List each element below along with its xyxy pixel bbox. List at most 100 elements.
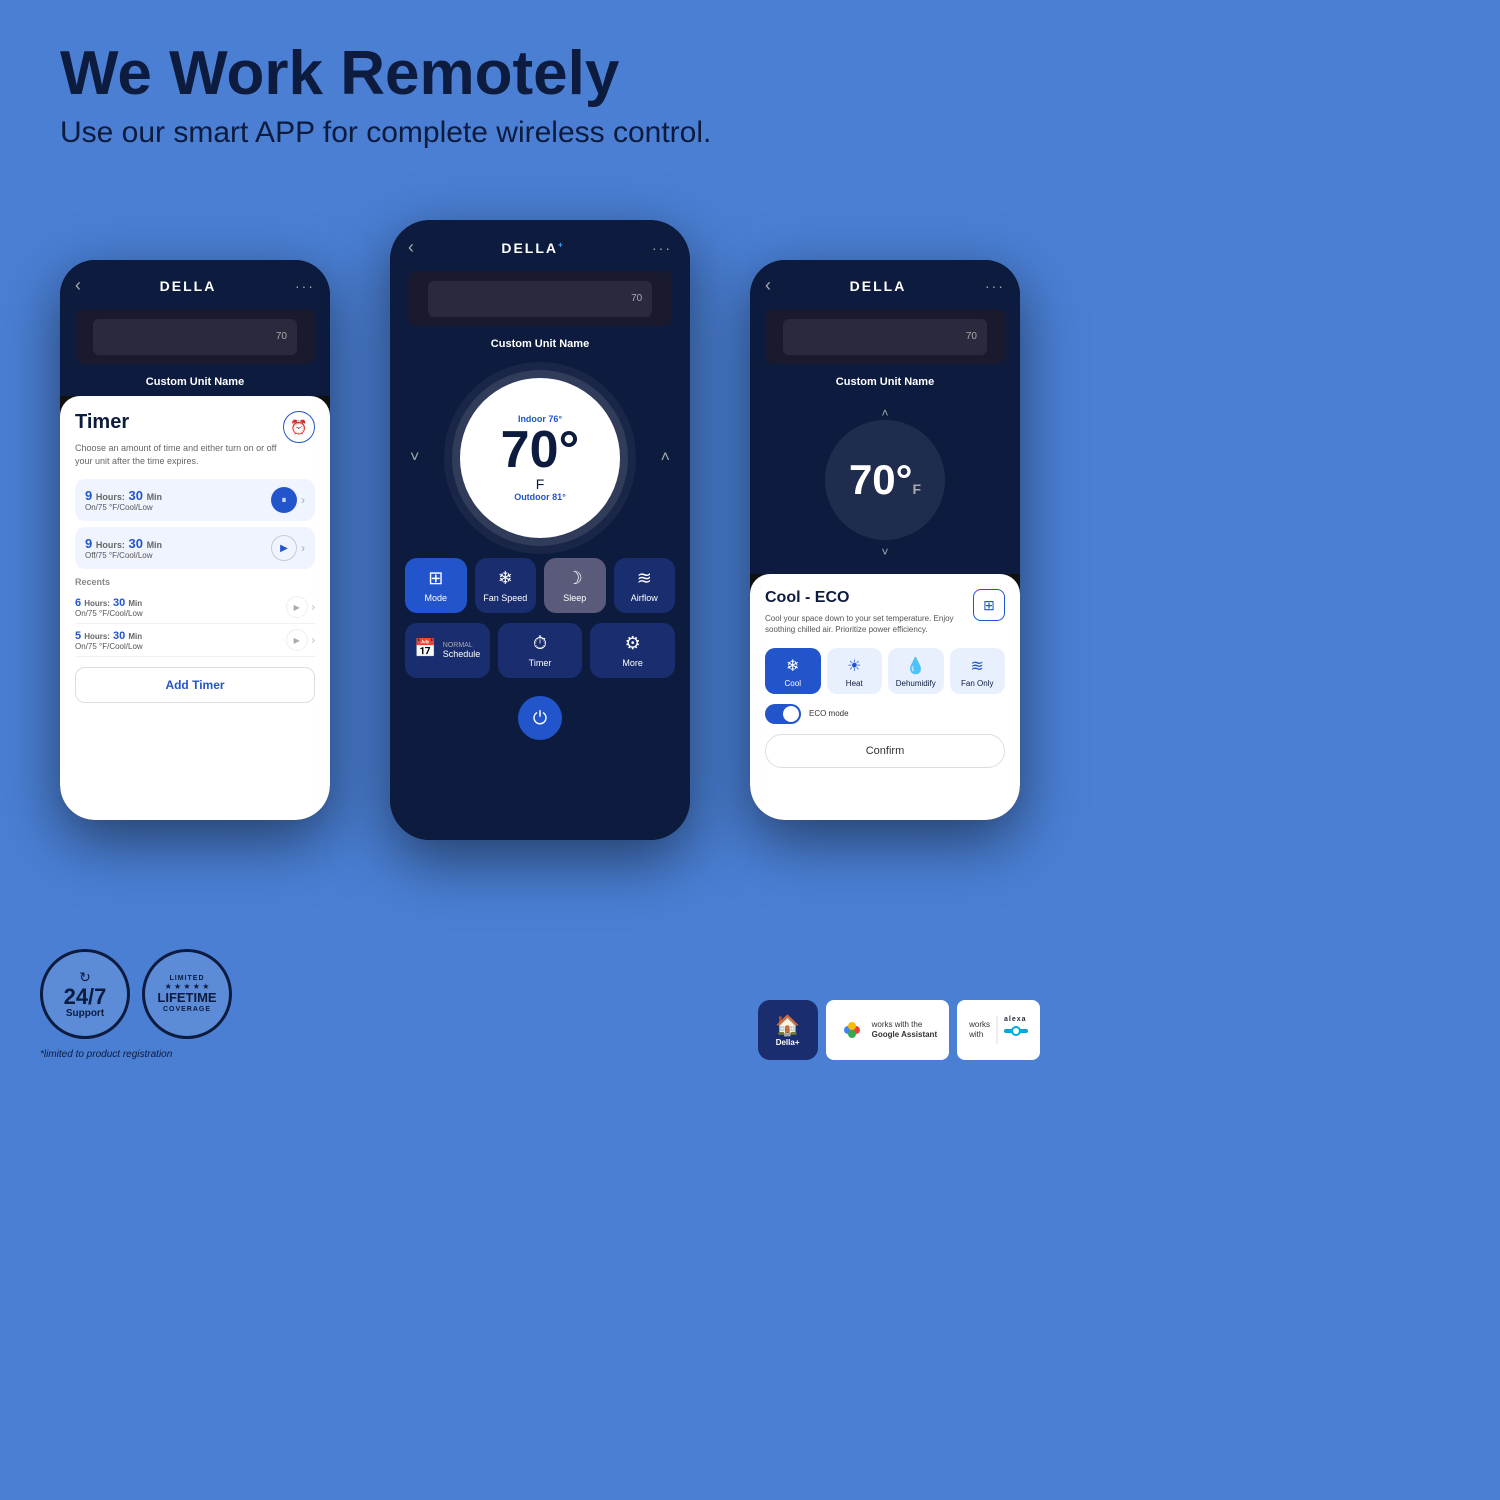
alexa-logo-block: alexa bbox=[996, 1016, 1028, 1044]
mode-label-sleep: Sleep bbox=[563, 593, 586, 603]
dehumidify-mode-pill[interactable]: 💧 Dehumidify bbox=[888, 648, 944, 694]
heat-label: Heat bbox=[846, 679, 863, 688]
phone-center: ‹ DELLA+ ··· 70 Custom Unit Name ˅ Indoo… bbox=[390, 220, 690, 840]
recent-arrow-1: › bbox=[312, 602, 315, 613]
left-ac-unit: 70 bbox=[75, 309, 315, 364]
menu-dots-icon[interactable]: ··· bbox=[295, 278, 315, 294]
right-ac-inner: 70 bbox=[783, 319, 987, 355]
timer-item-2-min-label: Min bbox=[147, 540, 163, 550]
left-app-nav: ‹ DELLA ··· bbox=[75, 270, 315, 301]
center-ac-unit: 70 bbox=[408, 271, 672, 326]
timer-item-2-sub: Off/75 °F/Cool/Low bbox=[85, 551, 162, 560]
left-brand: DELLA bbox=[160, 278, 217, 294]
power-icon: ⏻ bbox=[533, 708, 547, 729]
dehumidify-label: Dehumidify bbox=[896, 679, 936, 688]
mode-btn-sleep[interactable]: ☽ Sleep bbox=[544, 558, 606, 613]
temp-display: 70° bbox=[501, 424, 580, 476]
bottom-buttons-grid: 📅 NORMAL Schedule ⏱ Timer ⚙ More bbox=[390, 623, 690, 688]
recent-item-2-info: 5 Hours: 30 Min On/75 °F/Cool/Low bbox=[75, 630, 143, 651]
bottom-section: ↻ 24/7 Support LIMITED ★ ★ ★ ★ ★ LIFETIM… bbox=[0, 934, 1080, 1080]
temp-circle: Indoor 76° 70° F Outdoor 81° bbox=[460, 378, 620, 538]
right-back-icon[interactable]: ‹ bbox=[765, 275, 771, 296]
della-plus-label: Della+ bbox=[776, 1038, 800, 1047]
timer-item-1-info: 9 Hours: 30 Min On/75 °F/Cool/Low bbox=[85, 488, 162, 512]
right-temp-value: 70°F bbox=[849, 456, 921, 504]
timer-clock-icon: ⏰ bbox=[283, 411, 315, 443]
mode-label-airflow: Airflow bbox=[631, 593, 658, 603]
eco-title: Cool - ECO bbox=[765, 589, 1005, 607]
phone-left: ‹ DELLA ··· 70 Custom Unit Name ⏰ Timer … bbox=[60, 260, 330, 820]
logos-row: 🏠 Della+ works with the Google Assistant bbox=[758, 1000, 1040, 1060]
left-unit-name: Custom Unit Name bbox=[75, 372, 315, 396]
add-timer-button[interactable]: Add Timer bbox=[75, 667, 315, 703]
recent-play-btn-2[interactable]: ▶ bbox=[286, 629, 308, 651]
lifetime-limited: LIMITED bbox=[170, 975, 205, 982]
google-line1: works with the bbox=[872, 1020, 938, 1030]
eco-mode-row: ❄ Cool ☀ Heat 💧 Dehumidify ≋ Fan Only bbox=[765, 648, 1005, 694]
eco-toggle[interactable] bbox=[765, 704, 801, 724]
right-menu-icon[interactable]: ··· bbox=[985, 278, 1005, 294]
timer-desc: Choose an amount of time and either turn… bbox=[75, 442, 315, 467]
alexa-line2: with bbox=[969, 1030, 990, 1040]
google-assistant-icon bbox=[838, 1016, 866, 1044]
alexa-logo-text: alexa bbox=[1004, 1016, 1028, 1023]
recent-item-2-time: 5 Hours: 30 Min bbox=[75, 630, 143, 642]
more-label: More bbox=[622, 658, 643, 668]
mode-icon-sleep: ☽ bbox=[567, 568, 583, 589]
support-number: 24/7 bbox=[64, 986, 107, 1008]
temp-down-arrow[interactable]: ˅ bbox=[410, 449, 419, 467]
bottom-left: ↻ 24/7 Support LIMITED ★ ★ ★ ★ ★ LIFETIM… bbox=[40, 949, 232, 1060]
timer-play-btn[interactable]: ▶ bbox=[271, 535, 297, 561]
right-app-top: ‹ DELLA ··· 70 Custom Unit Name ˄ 70 bbox=[750, 260, 1020, 574]
schedule-label-block: NORMAL Schedule bbox=[443, 642, 481, 659]
right-down-arrow: ˅ bbox=[881, 545, 888, 559]
more-button[interactable]: ⚙ More bbox=[590, 623, 675, 678]
power-button[interactable]: ⏻ bbox=[518, 696, 562, 740]
phone-right-screen: ‹ DELLA ··· 70 Custom Unit Name ˄ 70 bbox=[750, 260, 1020, 820]
mode-btn-fanspeed[interactable]: ❄ Fan Speed bbox=[475, 558, 537, 613]
recents-label: Recents bbox=[75, 577, 315, 587]
recent-item-1-time: 6 Hours: 30 Min bbox=[75, 597, 143, 609]
mode-btn-mode[interactable]: ⊞ Mode bbox=[405, 558, 467, 613]
left-app-top: ‹ DELLA ··· 70 Custom Unit Name bbox=[60, 260, 330, 396]
center-back-icon[interactable]: ‹ bbox=[408, 237, 414, 258]
cool-mode-pill[interactable]: ❄ Cool bbox=[765, 648, 821, 694]
mode-icon-mode: ⊞ bbox=[428, 568, 443, 589]
della-plus-badge: 🏠 Della+ bbox=[758, 1000, 818, 1060]
page-subtitle: Use our smart APP for complete wireless … bbox=[60, 116, 1020, 150]
eco-grid-icon[interactable]: ⊞ bbox=[973, 589, 1005, 621]
eco-mode-label: ECO mode bbox=[809, 709, 849, 718]
badge-row: ↻ 24/7 Support LIMITED ★ ★ ★ ★ ★ LIFETIM… bbox=[40, 949, 232, 1039]
recent-item-2: 5 Hours: 30 Min On/75 °F/Cool/Low ▶ › bbox=[75, 624, 315, 657]
schedule-normal-text: NORMAL bbox=[443, 642, 473, 649]
recent-play-btn-1[interactable]: ▶ bbox=[286, 596, 308, 618]
timer-item-1-hours-label: Hours: bbox=[96, 492, 125, 502]
center-unit-name[interactable]: Custom Unit Name bbox=[408, 334, 672, 358]
right-app-nav: ‹ DELLA ··· bbox=[765, 270, 1005, 301]
timer-item-1: 9 Hours: 30 Min On/75 °F/Cool/Low ⏸ › bbox=[75, 479, 315, 521]
mode-btn-airflow[interactable]: ≋ Airflow bbox=[614, 558, 676, 613]
heat-mode-pill[interactable]: ☀ Heat bbox=[827, 648, 883, 694]
recent-item-1-info: 6 Hours: 30 Min On/75 °F/Cool/Low bbox=[75, 597, 143, 618]
center-temp-container: ˅ Indoor 76° 70° F Outdoor 81° ˄ bbox=[390, 358, 690, 548]
back-icon[interactable]: ‹ bbox=[75, 275, 81, 296]
confirm-button[interactable]: Confirm bbox=[765, 734, 1005, 768]
phone-left-screen: ‹ DELLA ··· 70 Custom Unit Name ⏰ Timer … bbox=[60, 260, 330, 820]
phone-right: ‹ DELLA ··· 70 Custom Unit Name ˄ 70 bbox=[750, 260, 1020, 820]
center-app-nav: ‹ DELLA+ ··· bbox=[408, 232, 672, 263]
temp-up-arrow[interactable]: ˄ bbox=[661, 449, 670, 467]
phone-center-screen: ‹ DELLA+ ··· 70 Custom Unit Name ˅ Indoo… bbox=[390, 220, 690, 840]
support-label: Support bbox=[66, 1008, 104, 1019]
timer-button[interactable]: ⏱ Timer bbox=[498, 623, 583, 678]
right-temp-display: ˄ 70°F ˅ bbox=[765, 396, 1005, 574]
right-unit-temp: 70 bbox=[966, 331, 977, 342]
mode-icon-airflow: ≋ bbox=[637, 568, 652, 589]
center-menu-dots-icon[interactable]: ··· bbox=[652, 240, 672, 256]
fanonly-mode-pill[interactable]: ≋ Fan Only bbox=[950, 648, 1006, 694]
bottom-right: 🏠 Della+ works with the Google Assistant bbox=[758, 1000, 1040, 1060]
schedule-button[interactable]: 📅 NORMAL Schedule bbox=[405, 623, 490, 678]
mode-icon-fanspeed: ❄ bbox=[498, 568, 513, 589]
timer-item-2-hours-label: Hours: bbox=[96, 540, 125, 550]
page-title: We Work Remotely bbox=[60, 40, 1020, 108]
timer-pause-btn[interactable]: ⏸ bbox=[271, 487, 297, 513]
